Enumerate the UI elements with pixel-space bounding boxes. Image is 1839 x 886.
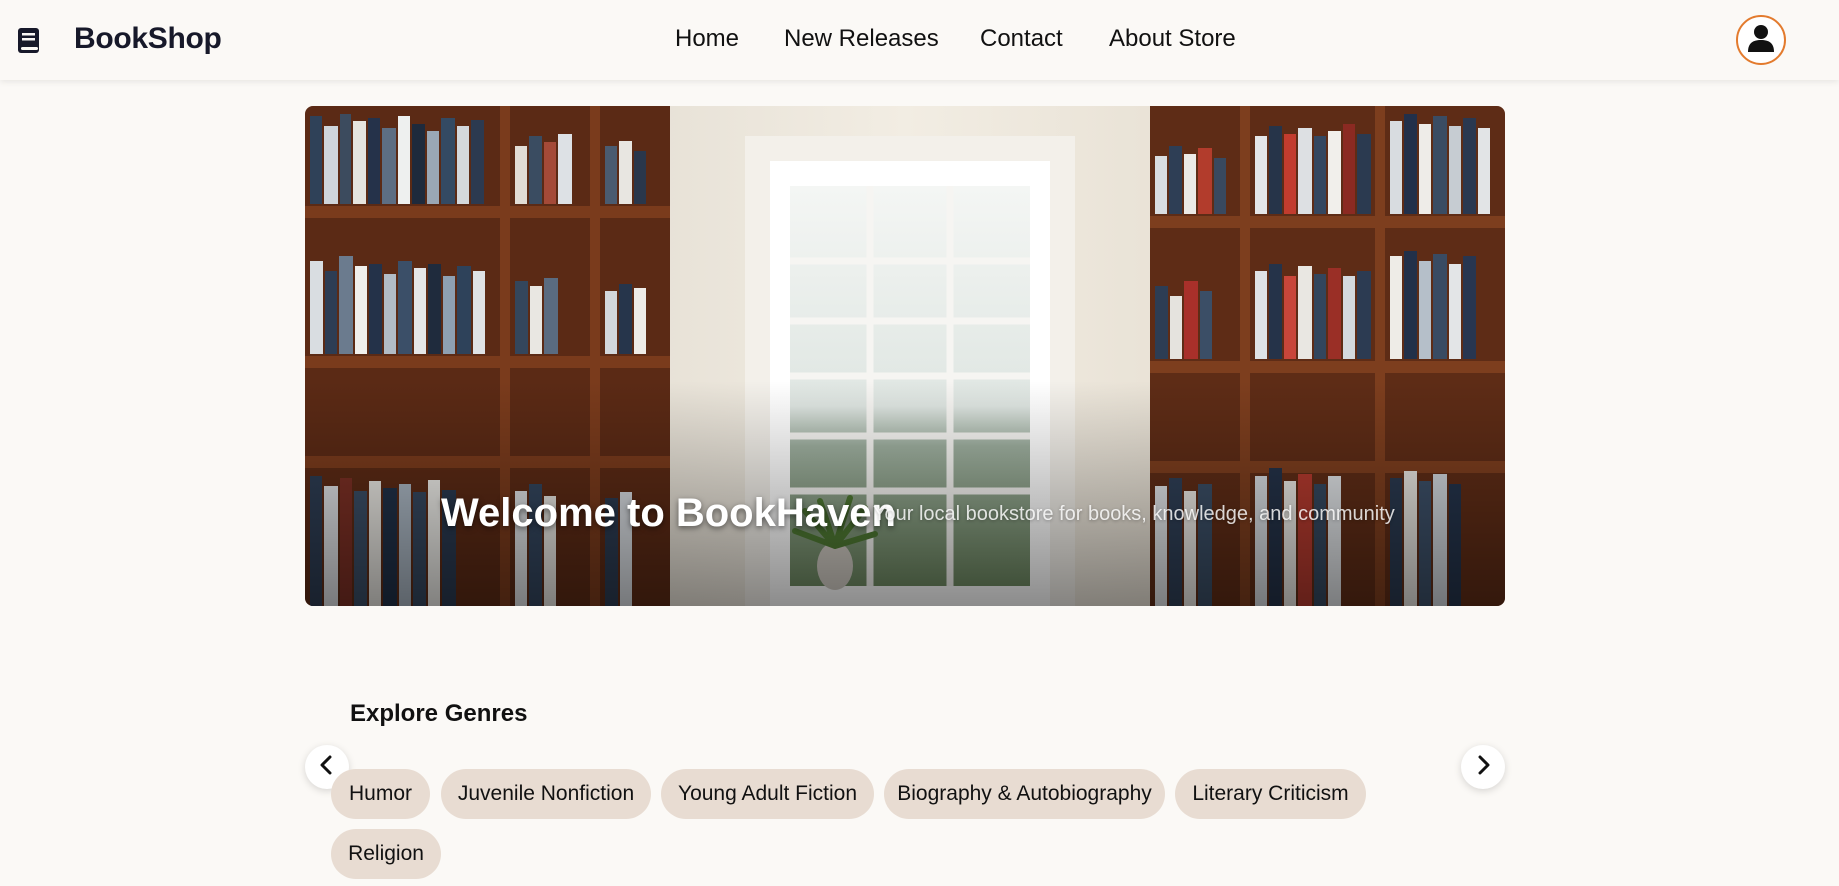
genre-chip-literary-criticism[interactable]: Literary Criticism <box>1175 769 1366 819</box>
genres-heading: Explore Genres <box>350 700 528 727</box>
genre-chip-juvenile-nonfiction[interactable]: Juvenile Nonfiction <box>441 769 651 819</box>
nav-contact[interactable]: Contact <box>980 25 1063 53</box>
main-nav: Home New Releases Contact About Store <box>0 25 1839 55</box>
site-header: BookShop Home New Releases Contact About… <box>0 0 1839 80</box>
user-icon <box>1747 23 1775 58</box>
hero-banner: Welcome to BookHaven Your local bookstor… <box>305 106 1505 606</box>
nav-new-releases[interactable]: New Releases <box>784 25 939 53</box>
hero-title: Welcome to BookHaven <box>441 491 896 535</box>
genre-chip-humor[interactable]: Humor <box>331 769 430 819</box>
genres-next-button[interactable] <box>1461 745 1505 789</box>
hero-subtitle: Your local bookstore for books, knowledg… <box>873 503 1395 525</box>
chevron-left-icon <box>319 755 335 780</box>
genre-chip-religion[interactable]: Religion <box>331 829 441 879</box>
profile-button[interactable] <box>1736 15 1786 65</box>
genre-chip-biography[interactable]: Biography & Autobiography <box>884 769 1165 819</box>
nav-home[interactable]: Home <box>675 25 739 53</box>
chevron-right-icon <box>1475 755 1491 780</box>
nav-about-store[interactable]: About Store <box>1109 25 1236 53</box>
genre-chip-young-adult-fiction[interactable]: Young Adult Fiction <box>661 769 874 819</box>
